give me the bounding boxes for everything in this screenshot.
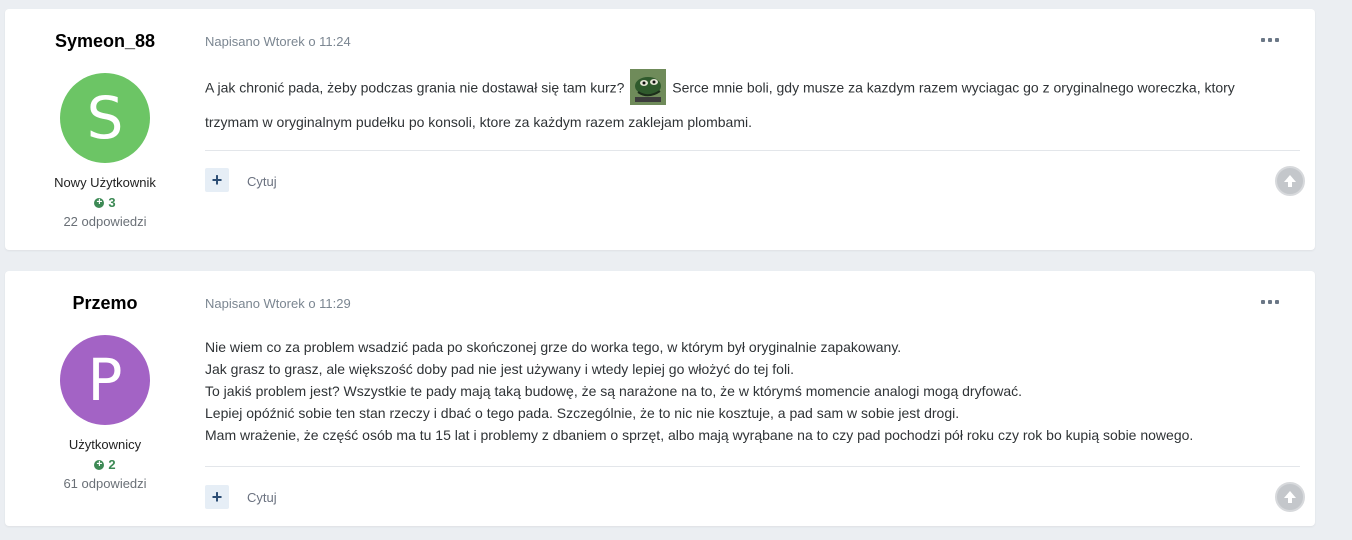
post-text: Serce mnie boli, gdy musze za kazdym raz… <box>672 79 1235 96</box>
more-options-icon[interactable] <box>1261 35 1279 45</box>
post-line: A jak chronić pada, żeby podczas grania … <box>205 69 1300 105</box>
reply-count: 22 odpowiedzi <box>63 214 147 229</box>
post-content: Nie wiem co za problem wsadzić pada po s… <box>205 336 1300 446</box>
post-divider <box>205 150 1300 151</box>
scroll-up-button[interactable] <box>1275 482 1305 512</box>
avatar-letter: S <box>86 84 124 152</box>
post-line: Nie wiem co za problem wsadzić pada po s… <box>205 339 902 355</box>
reputation-badge: + 2 <box>5 457 205 472</box>
quote-button[interactable]: Cytuj <box>247 174 277 189</box>
post-line: Mam wrażenie, że część osób ma tu 15 lat… <box>205 427 1194 443</box>
user-rank: Użytkownicy <box>68 437 142 452</box>
post-meta[interactable]: Napisano Wtorek o 11:29 <box>205 296 351 311</box>
arrow-up-icon <box>1284 175 1296 187</box>
more-options-icon[interactable] <box>1261 297 1279 307</box>
post-2: Przemo P Użytkownicy + 2 61 odpowiedzi N… <box>5 271 1315 526</box>
reaction-plus-button[interactable]: + <box>205 168 229 192</box>
author-name[interactable]: Symeon_88 <box>5 31 205 52</box>
reputation-badge: + 3 <box>5 195 205 210</box>
post-line: trzymam w oryginalnym pudełku po konsoli… <box>205 114 752 130</box>
user-rank: Nowy Użytkownik <box>54 175 156 190</box>
avatar[interactable]: P <box>60 335 150 425</box>
post-meta[interactable]: Napisano Wtorek o 11:24 <box>205 34 351 49</box>
post-line: Jak grasz to grasz, ale większość doby p… <box>205 361 795 377</box>
post-divider <box>205 466 1300 467</box>
post-content: A jak chronić pada, żeby podczas grania … <box>205 69 1300 133</box>
quote-button[interactable]: Cytuj <box>247 490 277 505</box>
thinking-frog-emoji-icon <box>630 69 667 105</box>
plus-circle-icon: + <box>94 197 105 208</box>
scroll-up-button[interactable] <box>1275 166 1305 196</box>
post-1: Symeon_88 S Nowy Użytkownik + 3 22 odpow… <box>5 9 1315 250</box>
reply-count: 61 odpowiedzi <box>63 476 147 491</box>
arrow-up-icon <box>1284 491 1296 503</box>
post-line: To jakiś problem jest? Wszystkie te pady… <box>205 383 1023 399</box>
reaction-plus-button[interactable]: + <box>205 485 229 509</box>
avatar[interactable]: S <box>60 73 150 163</box>
reputation-count: 2 <box>108 457 116 472</box>
avatar-letter: P <box>87 346 123 414</box>
plus-circle-icon: + <box>94 459 105 470</box>
reputation-count: 3 <box>108 195 116 210</box>
post-line: Lepiej opóźnić sobie ten stan rzeczy i d… <box>205 405 960 421</box>
author-name[interactable]: Przemo <box>5 293 205 314</box>
post-text: A jak chronić pada, żeby podczas grania … <box>205 79 625 96</box>
